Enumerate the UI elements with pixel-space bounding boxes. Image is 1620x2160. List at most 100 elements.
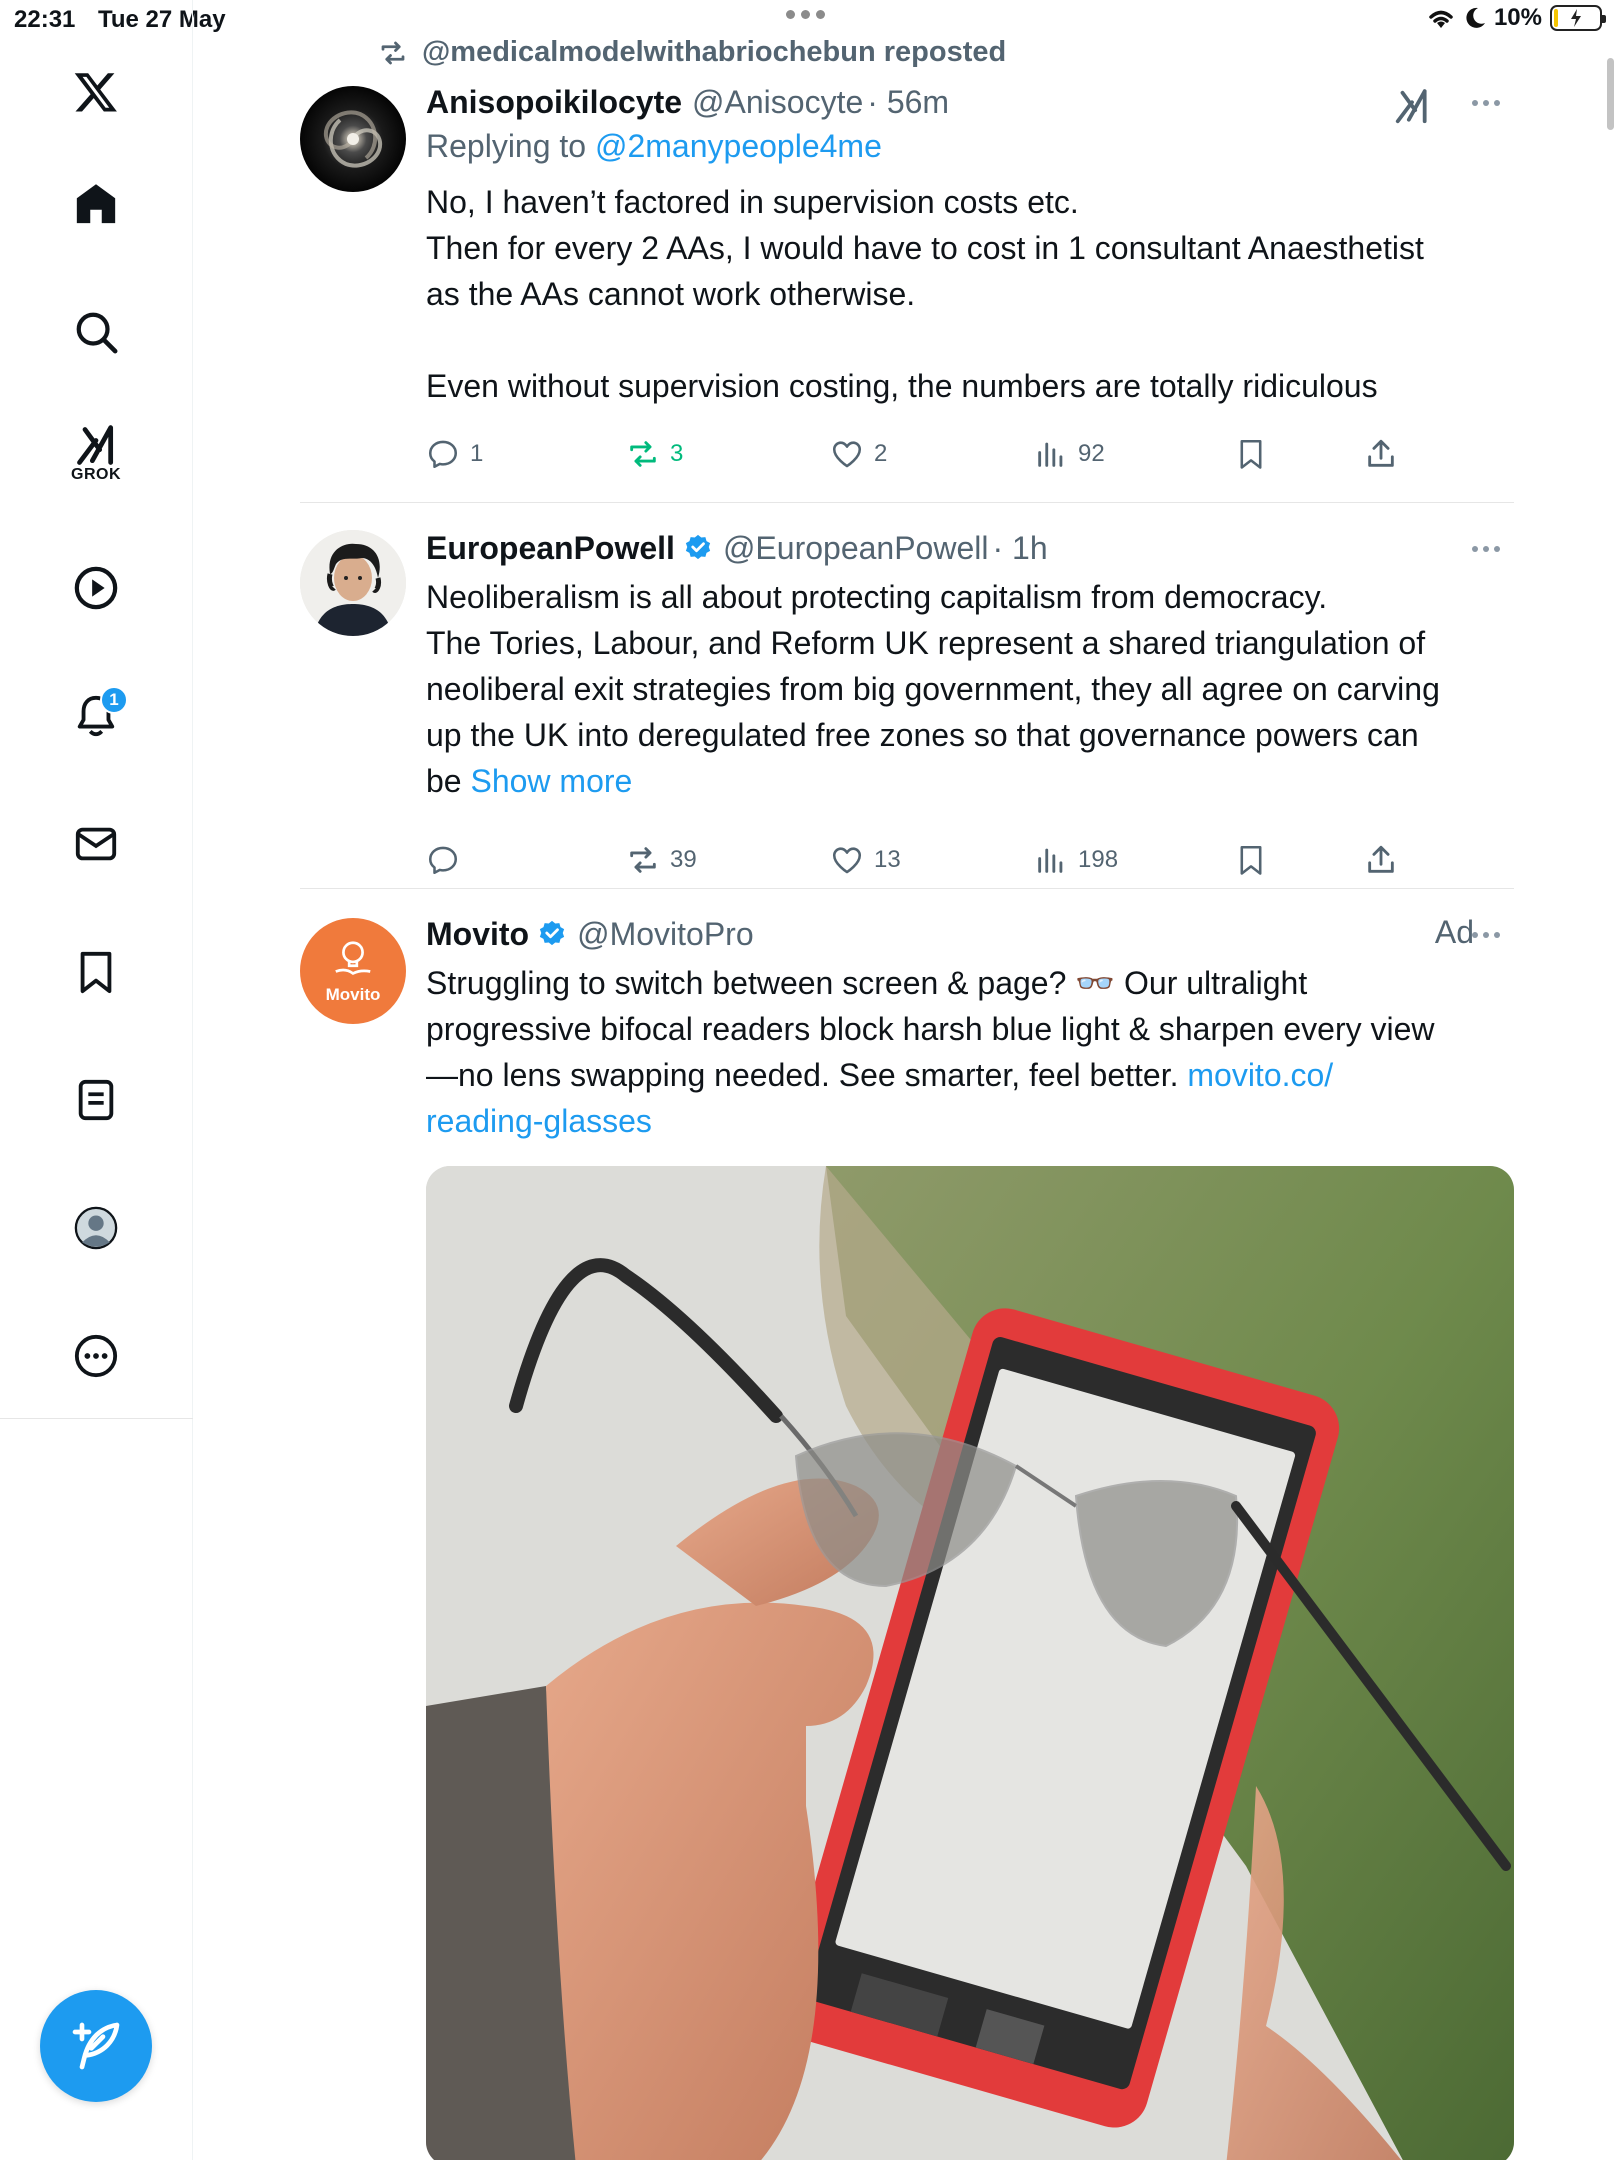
sidebar-item-x-logo[interactable] bbox=[56, 52, 136, 132]
profile-icon bbox=[74, 1206, 118, 1250]
show-more-link[interactable]: Show more bbox=[470, 763, 632, 799]
reply-icon bbox=[428, 440, 458, 469]
more-options-icon[interactable] bbox=[1472, 546, 1500, 552]
tweet-time[interactable]: · 56m bbox=[867, 84, 949, 121]
bookmark-icon bbox=[1240, 439, 1262, 469]
tweet-text: No, I haven’t factored in supervision co… bbox=[426, 184, 1424, 404]
sidebar-item-grok[interactable]: GROK bbox=[56, 414, 136, 494]
bookmark-button[interactable] bbox=[1234, 432, 1268, 476]
ad-video-media[interactable] bbox=[426, 1166, 1514, 2160]
more-circle-icon bbox=[74, 1334, 118, 1378]
sidebar-item-profile[interactable] bbox=[56, 1188, 136, 1268]
sidebar-item-more[interactable] bbox=[56, 1316, 136, 1396]
repost-count: 39 bbox=[670, 846, 697, 873]
status-bar: 22:31 Tue 27 May 10% bbox=[0, 0, 1620, 40]
author-handle[interactable]: @MovitoPro bbox=[577, 916, 754, 953]
multitasking-dots-icon[interactable] bbox=[786, 10, 825, 19]
repost-count: 3 bbox=[670, 440, 684, 467]
movito-avatar-label: Movito bbox=[325, 985, 381, 1004]
views-icon bbox=[1038, 848, 1063, 873]
tweet-divider bbox=[300, 888, 1514, 889]
repost-icon bbox=[630, 441, 656, 467]
views-icon bbox=[1038, 442, 1063, 467]
like-count: 2 bbox=[874, 440, 888, 467]
home-icon bbox=[76, 184, 116, 224]
repost-indicator[interactable]: @medicalmodelwithabriochebun reposted bbox=[376, 36, 1006, 69]
play-icon bbox=[74, 566, 118, 610]
compose-button[interactable] bbox=[40, 1990, 152, 2102]
sidebar: GROK 1 bbox=[0, 0, 193, 2160]
reply-handle-link[interactable]: @2manypeople4me bbox=[595, 128, 882, 164]
sidebar-divider bbox=[0, 1418, 193, 1419]
share-button[interactable] bbox=[1364, 838, 1398, 882]
like-button[interactable]: 2 bbox=[830, 432, 887, 476]
share-icon bbox=[1368, 845, 1394, 873]
lists-icon bbox=[78, 1079, 114, 1121]
reply-prefix: Replying to bbox=[426, 128, 587, 164]
more-options-icon[interactable] bbox=[1472, 932, 1500, 938]
heart-icon bbox=[832, 441, 862, 468]
wifi-icon bbox=[1429, 10, 1453, 28]
grok-icon[interactable] bbox=[1392, 88, 1432, 126]
views-count: 92 bbox=[1078, 440, 1105, 467]
sidebar-item-lists[interactable] bbox=[56, 1060, 136, 1140]
views-button[interactable]: 92 bbox=[1034, 432, 1105, 476]
reply-button[interactable] bbox=[426, 838, 470, 882]
compose-feather-icon bbox=[72, 2022, 120, 2070]
verified-badge-icon[interactable] bbox=[537, 919, 567, 949]
bookmark-button[interactable] bbox=[1234, 838, 1268, 882]
like-button[interactable]: 13 bbox=[830, 838, 901, 882]
views-button[interactable]: 198 bbox=[1034, 838, 1118, 882]
mail-icon bbox=[75, 827, 117, 861]
bookmark-icon bbox=[1240, 845, 1262, 875]
battery-icon bbox=[1550, 5, 1606, 31]
repost-button[interactable]: 3 bbox=[626, 432, 683, 476]
lightbulb-hand-icon bbox=[335, 941, 371, 975]
avatar[interactable] bbox=[300, 86, 406, 192]
repost-button[interactable]: 39 bbox=[626, 838, 697, 882]
reply-context: Replying to @2manypeople4me bbox=[426, 128, 1514, 165]
repost-text: @medicalmodelwithabriochebun reposted bbox=[422, 36, 1007, 68]
avatar[interactable]: Movito bbox=[300, 918, 406, 1024]
status-indicators: 10% bbox=[1426, 4, 1606, 32]
author-name[interactable]: EuropeanPowell bbox=[426, 530, 675, 567]
search-icon bbox=[76, 312, 118, 354]
person-avatar-image bbox=[300, 530, 406, 636]
views-count: 198 bbox=[1078, 846, 1119, 873]
grok-icon bbox=[77, 425, 114, 465]
verified-badge-icon[interactable] bbox=[683, 533, 713, 563]
sidebar-item-videos[interactable] bbox=[56, 548, 136, 628]
notification-badge: 1 bbox=[100, 686, 128, 714]
glasses-phone-video-image bbox=[426, 1166, 1514, 2160]
like-count: 13 bbox=[874, 846, 901, 873]
tweet-time[interactable]: · 1h bbox=[992, 530, 1047, 567]
repost-icon bbox=[630, 847, 656, 873]
reply-count: 1 bbox=[470, 440, 484, 467]
sidebar-item-home[interactable] bbox=[56, 164, 136, 244]
sidebar-item-messages[interactable] bbox=[56, 804, 136, 884]
battery-percent: 10% bbox=[1493, 4, 1542, 31]
author-name[interactable]: Anisopoikilocyte bbox=[426, 84, 682, 121]
author-handle[interactable]: @Anisocyte bbox=[692, 84, 863, 121]
x-logo-icon bbox=[74, 73, 117, 112]
grok-label: GROK bbox=[71, 466, 121, 483]
reply-button[interactable]: 1 bbox=[426, 432, 483, 476]
tweet-divider bbox=[300, 502, 1514, 503]
sidebar-item-notifications[interactable]: 1 bbox=[56, 676, 136, 756]
repost-icon bbox=[381, 41, 405, 64]
sidebar-item-explore[interactable] bbox=[56, 292, 136, 372]
scrollbar[interactable] bbox=[1607, 58, 1614, 130]
share-button[interactable] bbox=[1364, 432, 1398, 476]
author-name[interactable]: Movito bbox=[426, 916, 529, 953]
heart-icon bbox=[832, 847, 862, 874]
tweet-actions: 39 13 198 bbox=[426, 838, 1426, 882]
tweet-text: Struggling to switch between screen & pa… bbox=[426, 960, 1514, 1144]
tweet-actions: 1 3 2 92 bbox=[426, 432, 1426, 476]
author-handle[interactable]: @EuropeanPowell bbox=[723, 530, 989, 567]
tweet-text: Neoliberalism is all about protecting ca… bbox=[426, 574, 1514, 804]
more-options-icon[interactable] bbox=[1472, 100, 1500, 106]
sidebar-item-bookmarks[interactable] bbox=[56, 932, 136, 1012]
bookmark-icon bbox=[80, 951, 112, 994]
avatar[interactable] bbox=[300, 530, 406, 636]
moon-icon bbox=[1466, 7, 1485, 28]
